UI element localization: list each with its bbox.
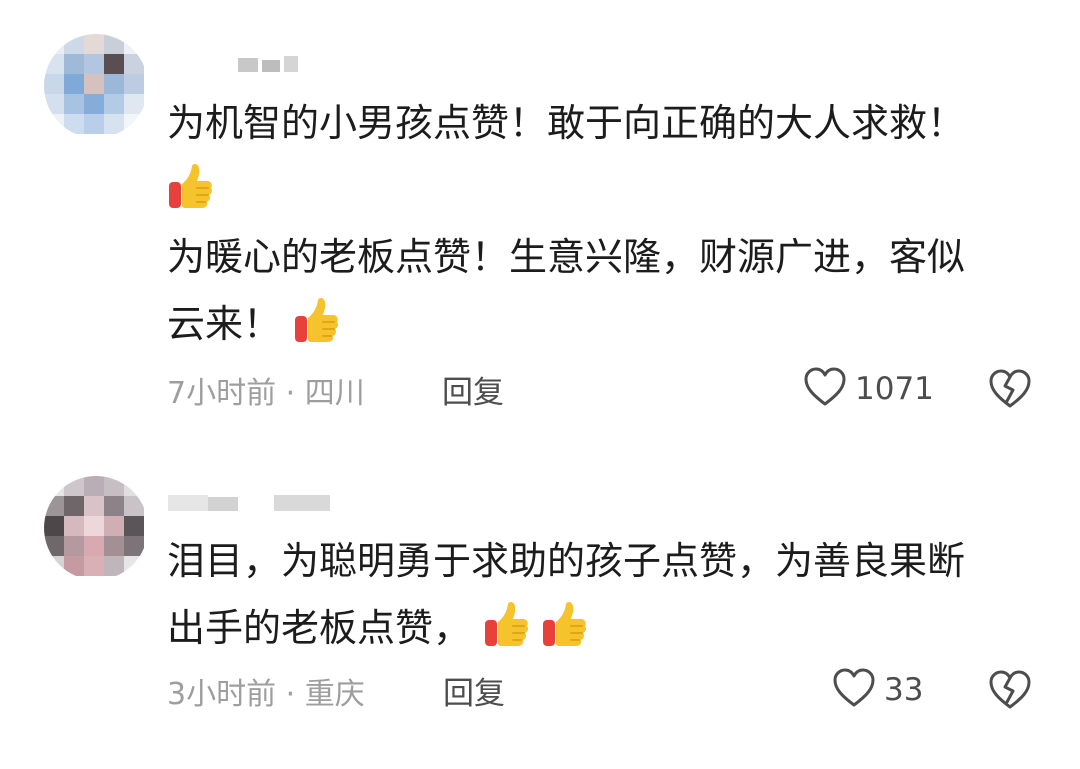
like-button[interactable]: 33 [832, 667, 923, 713]
thumbs-up-emoji-icon [483, 600, 529, 650]
avatar[interactable] [44, 476, 148, 580]
time-location: 3小时前 · 重庆 [167, 677, 365, 712]
broken-heart-icon [988, 369, 1032, 414]
comment-line [167, 157, 1037, 224]
comment-line: 泪目，为聪明勇于求助的孩子点赞，为善良果断 [167, 539, 966, 583]
dislike-button[interactable] [988, 368, 1032, 414]
like-count: 33 [884, 672, 924, 708]
comment-item-1: 为机智的小男孩点赞！敢于向正确的大人求救！ 为暖心的老板点赞！生意兴隆，财源广进… [0, 0, 1080, 440]
like-button[interactable]: 1071 [803, 366, 934, 412]
comment-item-2: 泪目，为聪明勇于求助的孩子点赞，为善良果断 出手的老板点赞， 3小时前 · 重庆… [0, 440, 1080, 769]
broken-heart-icon [988, 670, 1032, 715]
dislike-button[interactable] [988, 669, 1032, 715]
heart-outline-icon [803, 366, 847, 412]
comment-line: 为暖心的老板点赞！生意兴隆，财源广进，客似 [167, 235, 966, 279]
comment-line: 出手的老板点赞， [167, 595, 1037, 662]
comment-text: 为机智的小男孩点赞！敢于向正确的大人求救！ 为暖心的老板点赞！生意兴隆，财源广进… [167, 90, 1037, 358]
reply-button[interactable]: 回复 [443, 668, 505, 713]
thumbs-up-emoji-icon [541, 600, 587, 650]
time-location: 7小时前 · 四川 [167, 376, 365, 411]
heart-outline-icon [832, 667, 876, 713]
thumbs-up-emoji-icon [293, 296, 339, 346]
avatar[interactable] [44, 34, 148, 138]
username-blurred[interactable] [168, 495, 338, 511]
comment-text: 泪目，为聪明勇于求助的孩子点赞，为善良果断 出手的老板点赞， [167, 528, 1037, 662]
thumbs-up-emoji-icon [167, 162, 213, 212]
username-blurred[interactable] [238, 56, 302, 72]
reply-button[interactable]: 回复 [442, 367, 504, 412]
comment-line: 为机智的小男孩点赞！敢于向正确的大人求救！ [167, 101, 966, 145]
comment-line: 云来！ [167, 291, 1037, 358]
like-count: 1071 [855, 371, 934, 407]
